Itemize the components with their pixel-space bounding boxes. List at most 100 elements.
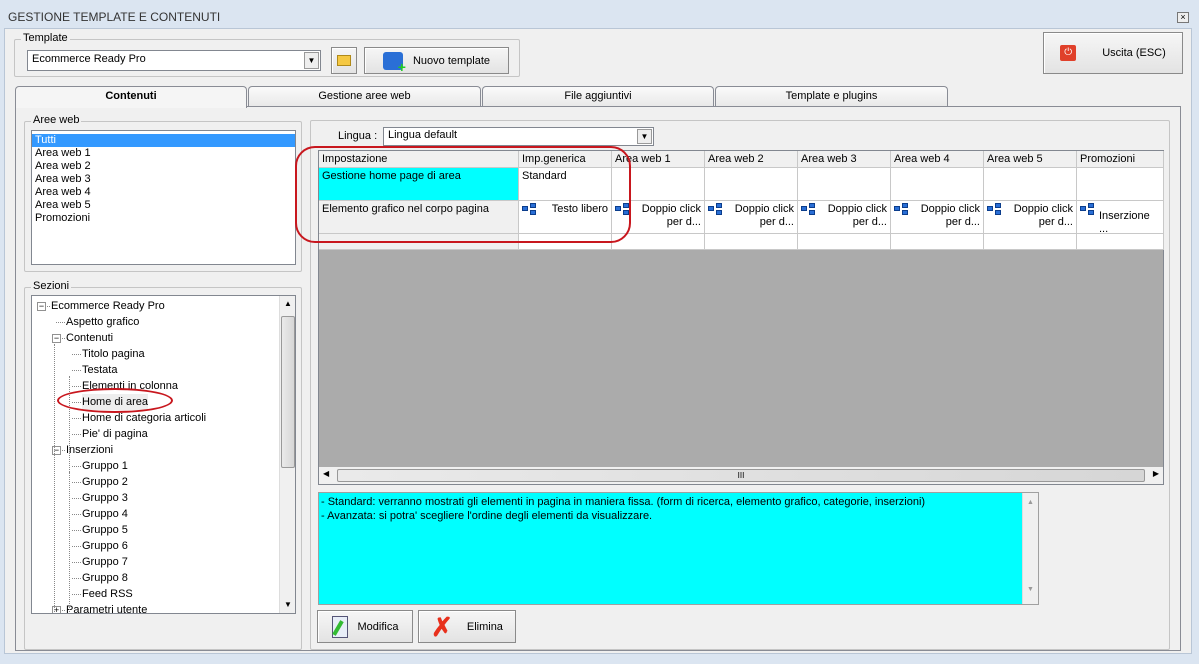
- description-line: - Avanzata: si potra' scegliere l'ordine…: [321, 510, 653, 522]
- tree-item[interactable]: Aspetto grafico: [66, 314, 139, 330]
- aree-web-item[interactable]: Area web 4: [32, 186, 295, 199]
- lingua-select-value: Lingua default: [388, 129, 458, 141]
- tab-gestione-aree-web[interactable]: Gestione aree web: [248, 86, 481, 107]
- grid-cell[interactable]: [984, 168, 1077, 201]
- elimina-label: Elimina: [466, 620, 503, 633]
- tree-item[interactable]: Parametri utente: [66, 602, 147, 613]
- cell-value: Doppio click per d...: [734, 203, 794, 228]
- tree-item[interactable]: Gruppo 5: [82, 522, 128, 538]
- scroll-up-icon[interactable]: ▲: [280, 296, 295, 312]
- scroll-left-icon[interactable]: ◀: [323, 469, 329, 478]
- cell-value: Doppio click per d...: [641, 203, 701, 228]
- power-icon: ⏻: [1060, 45, 1077, 61]
- chevron-down-icon[interactable]: ▼: [304, 52, 319, 69]
- tree-guide: [54, 344, 55, 613]
- aree-web-item[interactable]: Area web 2: [32, 160, 295, 173]
- tree-item[interactable]: Contenuti: [66, 330, 113, 346]
- cell-value: Inserzione ...: [1099, 210, 1150, 234]
- grid-cell[interactable]: [612, 234, 705, 250]
- tree-scrollbar[interactable]: ▲ ▼: [279, 296, 295, 613]
- tab-template-plugins[interactable]: Template e plugins: [715, 86, 948, 107]
- tree-item[interactable]: Gruppo 1: [82, 458, 128, 474]
- grid-hscrollbar[interactable]: ◀ III ▶: [319, 467, 1163, 484]
- scroll-down-icon[interactable]: ▼: [280, 597, 295, 613]
- grid-cell[interactable]: Doppio click per d...: [705, 201, 798, 234]
- description-box[interactable]: - Standard: verranno mostrati gli elemen…: [318, 492, 1039, 605]
- tree-item[interactable]: Inserzioni: [66, 442, 113, 458]
- aree-web-item[interactable]: Area web 1: [32, 147, 295, 160]
- grid-cell[interactable]: [1077, 234, 1164, 250]
- tree-item[interactable]: Gruppo 4: [82, 506, 128, 522]
- grid-cell[interactable]: [798, 168, 891, 201]
- tree-connector: [72, 418, 81, 419]
- aree-web-item[interactable]: Tutti: [32, 134, 295, 147]
- grid-column-header[interactable]: Area web 4: [891, 151, 984, 168]
- modifica-label: Modifica: [357, 620, 399, 633]
- tree-item[interactable]: Gruppo 2: [82, 474, 128, 490]
- grid-cell[interactable]: [891, 234, 984, 250]
- cell-value: Doppio click per d...: [920, 203, 980, 228]
- tab-contenuti[interactable]: Contenuti: [15, 86, 247, 108]
- grid-column-header[interactable]: Area web 2: [705, 151, 798, 168]
- exit-button[interactable]: ⏻ Uscita (ESC): [1043, 32, 1183, 74]
- tab-file-aggiuntivi[interactable]: File aggiuntivi: [482, 86, 714, 107]
- grid-cell[interactable]: Doppio click per d...: [891, 201, 984, 234]
- chevron-down-icon[interactable]: ▼: [637, 129, 652, 144]
- grid-cell[interactable]: [984, 234, 1077, 250]
- tree-item[interactable]: Gruppo 3: [82, 490, 128, 506]
- tree-item[interactable]: Gruppo 7: [82, 554, 128, 570]
- hierarchy-icon: [708, 203, 724, 215]
- tree-connector: [72, 482, 81, 483]
- grid-cell[interactable]: [705, 234, 798, 250]
- tree-item[interactable]: Gruppo 6: [82, 538, 128, 554]
- tree-connector: [72, 370, 81, 371]
- lingua-label: Lingua :: [338, 130, 378, 142]
- tree-item[interactable]: Pie' di pagina: [82, 426, 148, 442]
- hierarchy-icon: [987, 203, 1003, 215]
- tree-item[interactable]: Titolo pagina: [82, 346, 145, 362]
- sezioni-label: Sezioni: [31, 280, 72, 292]
- aree-web-item[interactable]: Area web 5: [32, 199, 295, 212]
- grid-column-header[interactable]: Area web 3: [798, 151, 891, 168]
- exit-label: Uscita (ESC): [1102, 47, 1166, 59]
- scroll-right-icon[interactable]: ▶: [1153, 469, 1159, 478]
- collapse-icon[interactable]: −: [52, 334, 61, 343]
- annotation-ellipse-tree: [57, 388, 173, 413]
- modifica-button[interactable]: Modifica: [317, 610, 413, 643]
- aree-web-item[interactable]: Promozioni: [32, 212, 295, 225]
- template-select[interactable]: Ecommerce Ready Pro ▼: [27, 50, 321, 71]
- cell-value: Doppio click per d...: [827, 203, 887, 228]
- tree-item[interactable]: Gruppo 8: [82, 570, 128, 586]
- aree-web-item[interactable]: Area web 3: [32, 173, 295, 186]
- folder-icon: [337, 55, 351, 66]
- open-folder-button[interactable]: [331, 47, 357, 74]
- tree-connector: [72, 466, 81, 467]
- close-icon[interactable]: ×: [1177, 12, 1189, 23]
- elimina-button[interactable]: ✗ Elimina: [418, 610, 516, 643]
- grid-column-header[interactable]: Promozioni: [1077, 151, 1164, 168]
- grid-cell[interactable]: Inserzione ...: [1077, 201, 1164, 234]
- hierarchy-icon: [801, 203, 817, 215]
- grid-cell[interactable]: [1077, 168, 1164, 201]
- grid-cell[interactable]: Doppio click per d...: [798, 201, 891, 234]
- column-header-label: Promozioni: [1080, 153, 1136, 165]
- grid-column-header[interactable]: Area web 5: [984, 151, 1077, 168]
- grid-cell[interactable]: [798, 234, 891, 250]
- scroll-thumb[interactable]: [281, 316, 295, 468]
- tree-item[interactable]: Feed RSS: [82, 586, 133, 602]
- description-scrollbar[interactable]: ▲ ▼: [1022, 493, 1038, 604]
- grid-cell[interactable]: Doppio click per d...: [984, 201, 1077, 234]
- lingua-select[interactable]: Lingua default ▼: [383, 127, 654, 146]
- scroll-thumb[interactable]: III: [337, 469, 1145, 482]
- sezioni-tree[interactable]: ▲ ▼ Ecommerce Ready Pro − Aspetto grafico C…: [31, 295, 296, 614]
- aree-web-list[interactable]: Tutti Area web 1 Area web 2 Area web 3 Area …: [31, 130, 296, 265]
- grid-cell[interactable]: [705, 168, 798, 201]
- new-template-button[interactable]: + Nuovo template: [364, 47, 509, 74]
- column-header-label: Area web 5: [987, 153, 1043, 165]
- tree-connector: [56, 322, 65, 323]
- aree-web-label: Aree web: [31, 114, 82, 126]
- collapse-icon[interactable]: −: [37, 302, 46, 311]
- tree-item[interactable]: Ecommerce Ready Pro: [51, 298, 165, 314]
- grid-cell[interactable]: [891, 168, 984, 201]
- tree-item[interactable]: Testata: [82, 362, 117, 378]
